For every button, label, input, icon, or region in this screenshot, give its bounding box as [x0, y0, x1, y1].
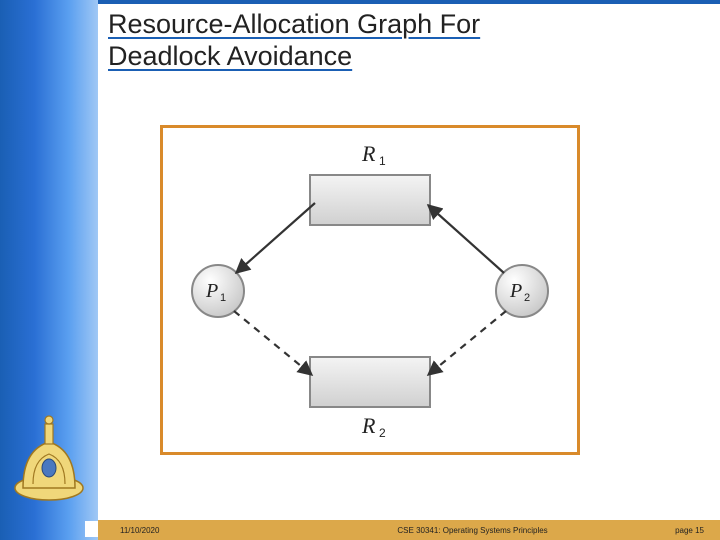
slide-title: Resource-Allocation Graph For Deadlock A… [108, 8, 698, 73]
svg-text:R: R [361, 141, 376, 166]
edge-P1-to-R2 [234, 311, 312, 375]
footer-page: page 15 [675, 526, 704, 535]
footer-bar: 11/10/2020 CSE 30341: Operating Systems … [98, 520, 720, 540]
diagram-area: R 1 R 2 P 1 P 2 [160, 125, 580, 455]
resource-R1: R 1 [310, 141, 430, 225]
svg-text:R: R [361, 413, 376, 438]
resource-R2: R 2 [310, 357, 430, 440]
edge-R1-to-P1 [236, 203, 315, 273]
dome-logo [5, 410, 93, 505]
title-line-1: Resource-Allocation Graph For [108, 9, 480, 39]
footer-date: 11/10/2020 [120, 526, 270, 535]
footer-course: CSE 30341: Operating Systems Principles [270, 526, 675, 535]
svg-text:P: P [205, 280, 218, 302]
svg-text:2: 2 [524, 292, 530, 304]
edge-P2-to-R2 [428, 311, 506, 375]
resource-allocation-graph: R 1 R 2 P 1 P 2 [160, 125, 580, 455]
top-rule [0, 0, 720, 4]
svg-text:1: 1 [220, 292, 226, 304]
title-line-2: Deadlock Avoidance [108, 41, 352, 71]
svg-text:P: P [509, 280, 522, 302]
sidebar [0, 0, 98, 540]
edge-P2-to-R1 [428, 205, 504, 273]
svg-text:2: 2 [379, 426, 386, 440]
svg-text:1: 1 [379, 154, 386, 168]
